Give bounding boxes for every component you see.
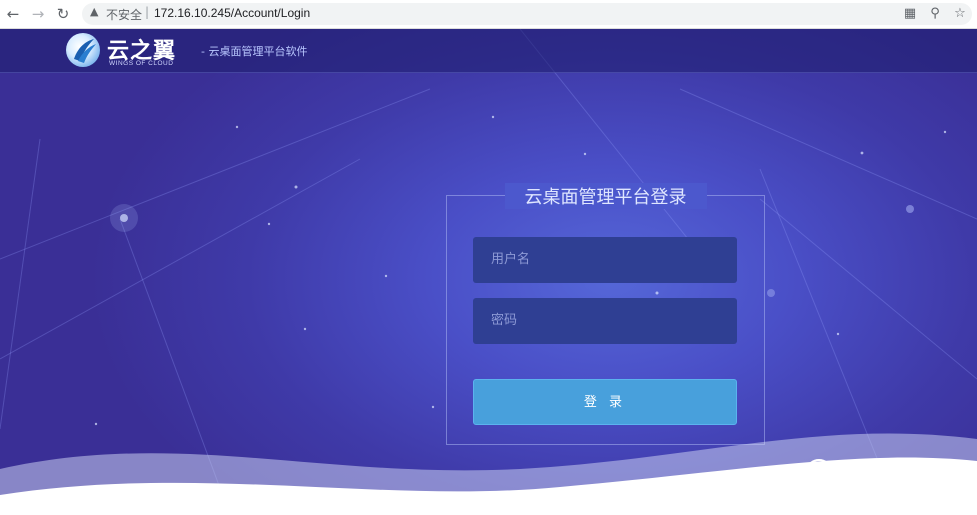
wechat-icon: [807, 459, 839, 483]
logo-icon: [66, 33, 100, 67]
address-bar[interactable]: ▲ 不安全 | 172.16.10.245/Account/Login ▦ ⚲ …: [82, 3, 972, 25]
url-text[interactable]: 172.16.10.245/Account/Login: [154, 6, 310, 20]
username-input[interactable]: [473, 237, 737, 283]
back-icon[interactable]: ←: [3, 4, 23, 24]
login-title: 云桌面管理平台登录: [504, 183, 707, 209]
login-title-wrap: 云桌面管理平台登录: [447, 183, 764, 209]
login-page: 云之翼 WINGS OF CLOUD - 云桌面管理平台软件 云桌面管理平台登录…: [0, 29, 977, 515]
site-tagline: - 云桌面管理平台软件: [201, 45, 308, 58]
star-icon[interactable]: ☆: [951, 5, 969, 23]
forward-icon[interactable]: →: [28, 4, 48, 24]
zoom-icon[interactable]: ⚲: [926, 5, 944, 23]
browser-toolbar: ← → ↻ ▲ 不安全 | 172.16.10.245/Account/Logi…: [0, 0, 977, 29]
site-header: 云之翼 WINGS OF CLOUD - 云桌面管理平台软件: [0, 29, 977, 73]
password-input[interactable]: [473, 298, 737, 344]
warning-icon: ▲: [90, 5, 99, 18]
security-label: 不安全: [106, 8, 143, 22]
separator: |: [145, 5, 150, 19]
qr-icon[interactable]: ▦: [901, 5, 919, 23]
watermark-text: 李白你好: [848, 458, 928, 482]
logo-subtitle: WINGS OF CLOUD: [109, 60, 174, 67]
login-panel: 云桌面管理平台登录 登 录: [446, 183, 765, 445]
reload-icon[interactable]: ↻: [53, 4, 73, 24]
